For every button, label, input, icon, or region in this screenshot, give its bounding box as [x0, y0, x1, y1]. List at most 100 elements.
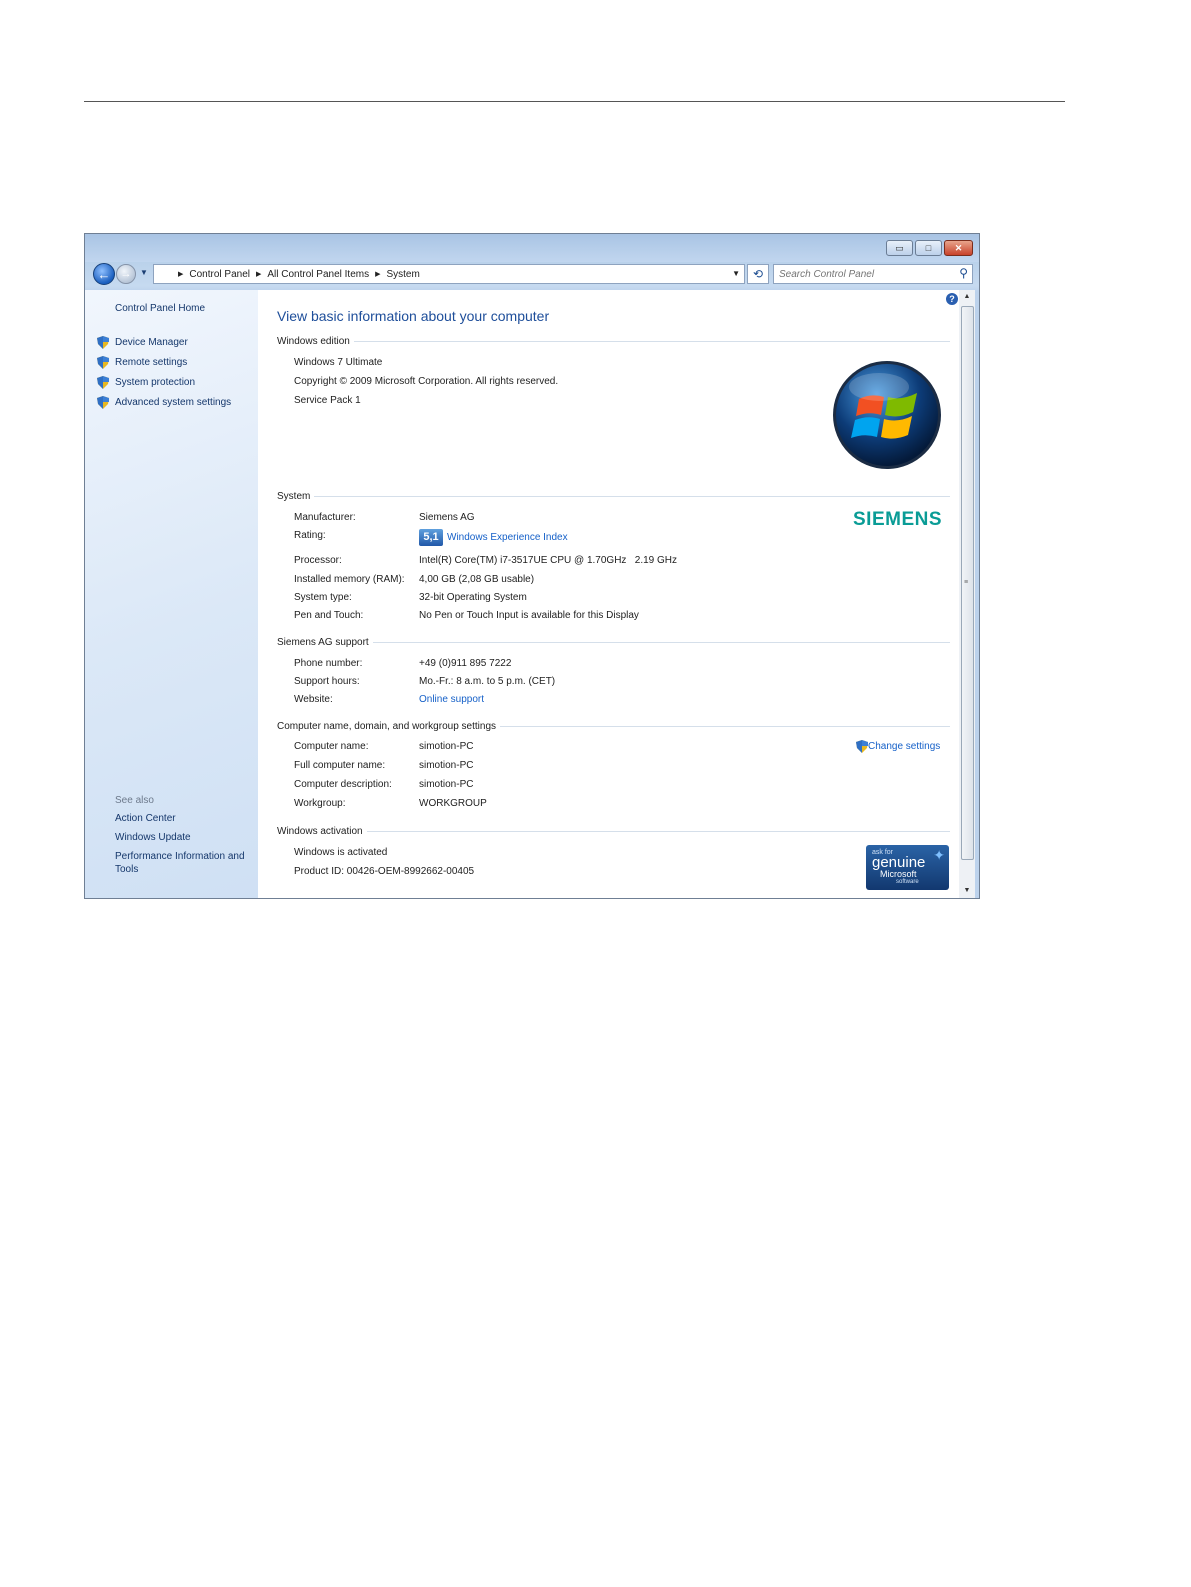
- scroll-up-arrow-icon[interactable]: ▲: [959, 290, 975, 304]
- shield-icon: [97, 395, 109, 409]
- memory-label: Installed memory (RAM):: [294, 574, 405, 585]
- processor-value: Intel(R) Core(TM) i7-3517UE CPU @ 1.70GH…: [419, 555, 678, 566]
- chevron-right-icon[interactable]: ▶: [375, 270, 380, 278]
- computer-name-value: simotion-PC: [419, 741, 474, 752]
- sidebar-item-system-protection[interactable]: System protection: [97, 372, 231, 392]
- search-box[interactable]: ⚲: [773, 264, 973, 284]
- search-icon[interactable]: ⚲: [959, 266, 968, 280]
- activation-status: Windows is activated: [294, 847, 388, 858]
- address-dropdown-icon[interactable]: ▼: [732, 269, 740, 278]
- main-content: ? View basic information about your comp…: [258, 290, 959, 898]
- section-heading: Windows activation: [277, 826, 363, 837]
- shield-icon: [856, 740, 868, 753]
- title-bar[interactable]: ▭ □ ✕: [85, 234, 979, 262]
- caption-buttons: ▭ □ ✕: [884, 240, 973, 256]
- see-also-windows-update[interactable]: Windows Update: [115, 831, 251, 844]
- section-support: Siemens AG support: [277, 637, 950, 648]
- breadcrumb: ▶ Control Panel ▶ All Control Panel Item…: [154, 269, 420, 280]
- see-also-heading: See also: [115, 795, 154, 806]
- pen-touch-label: Pen and Touch:: [294, 610, 364, 621]
- change-settings-link[interactable]: Change settings: [856, 740, 940, 753]
- breadcrumb-system[interactable]: System: [386, 269, 419, 280]
- edition-service-pack: Service Pack 1: [294, 395, 361, 406]
- sidebar-item-label: Device Manager: [115, 336, 188, 348]
- section-computer-name: Computer name, domain, and workgroup set…: [277, 721, 950, 732]
- sidebar-item-label: Advanced system settings: [115, 396, 232, 408]
- workgroup-label: Workgroup:: [294, 798, 346, 809]
- section-divider: [314, 496, 950, 497]
- sidebar-item-label: System protection: [115, 376, 196, 388]
- section-heading: Windows edition: [277, 336, 350, 347]
- wei-score-badge[interactable]: 5,1: [419, 529, 443, 546]
- manufacturer-label: Manufacturer:: [294, 512, 356, 523]
- refresh-button[interactable]: ⟲: [747, 264, 769, 284]
- forward-button[interactable]: →: [116, 264, 136, 284]
- full-computer-name-label: Full computer name:: [294, 760, 386, 771]
- windows-logo-icon: [833, 361, 941, 469]
- genuine-microsoft-badge[interactable]: ✦ ask for genuine Microsoft software: [866, 845, 949, 890]
- computer-description-label: Computer description:: [294, 779, 392, 790]
- recent-pages-dropdown[interactable]: ▼: [140, 268, 148, 277]
- wei-link[interactable]: Windows Experience Index: [447, 532, 568, 543]
- rating-label: Rating:: [294, 530, 326, 541]
- computer-description-value: simotion-PC: [419, 779, 474, 790]
- workgroup-value: WORKGROUP: [419, 798, 487, 809]
- sidebar-item-remote-settings[interactable]: Remote settings: [97, 352, 231, 372]
- online-support-link[interactable]: Online support: [419, 694, 484, 705]
- shield-icon: [97, 335, 109, 349]
- sidebar-tasks: Device Manager Remote settings System pr…: [97, 332, 231, 412]
- section-system: System: [277, 491, 950, 502]
- edition-name: Windows 7 Ultimate: [294, 357, 383, 368]
- navigation-bar: ← → ▼ ▶ Control Panel ▶ All Control Pane…: [85, 262, 979, 290]
- phone-value: +49 (0)911 895 7222: [419, 658, 512, 669]
- section-windows-edition: Windows edition: [277, 336, 950, 347]
- breadcrumb-control-panel[interactable]: Control Panel: [189, 269, 250, 280]
- genuine-software: software: [896, 879, 919, 885]
- website-label: Website:: [294, 694, 333, 705]
- star-icon: ✦: [933, 847, 945, 863]
- breadcrumb-all-items[interactable]: All Control Panel Items: [267, 269, 369, 280]
- section-divider: [366, 831, 950, 832]
- system-type-value: 32-bit Operating System: [419, 592, 527, 603]
- maximize-button[interactable]: □: [915, 240, 942, 256]
- computer-name-label: Computer name:: [294, 741, 369, 752]
- see-also-performance-info[interactable]: Performance Information and Tools: [115, 850, 251, 876]
- full-computer-name-value: simotion-PC: [419, 760, 474, 771]
- memory-value: 4,00 GB (2,08 GB usable): [419, 574, 535, 585]
- system-type-label: System type:: [294, 592, 352, 603]
- page-header-rule: [84, 101, 1065, 102]
- shield-icon: [97, 375, 109, 389]
- section-heading: Computer name, domain, and workgroup set…: [277, 721, 497, 732]
- address-bar[interactable]: ▶ Control Panel ▶ All Control Panel Item…: [153, 264, 745, 284]
- chevron-right-icon[interactable]: ▶: [256, 270, 261, 278]
- genuine-microsoft: Microsoft: [880, 869, 917, 879]
- change-settings-label: Change settings: [868, 741, 941, 752]
- back-button[interactable]: ←: [93, 263, 115, 285]
- see-also-links: Action Center Windows Update Performance…: [115, 812, 251, 882]
- refresh-icon: ⟲: [752, 267, 764, 281]
- sidebar-control-panel-home[interactable]: Control Panel Home: [115, 303, 205, 314]
- sidebar-item-device-manager[interactable]: Device Manager: [97, 332, 231, 352]
- back-arrow-icon: ←: [97, 266, 111, 282]
- scroll-thumb[interactable]: ≡: [961, 306, 974, 860]
- support-hours-value: Mo.-Fr.: 8 a.m. to 5 p.m. (CET): [419, 676, 556, 687]
- sidebar-item-advanced-system-settings[interactable]: Advanced system settings: [97, 392, 231, 412]
- section-divider: [500, 726, 950, 727]
- search-input[interactable]: [779, 266, 949, 282]
- scroll-down-arrow-icon[interactable]: ▼: [959, 884, 975, 898]
- section-heading: System: [277, 491, 311, 502]
- see-also-action-center[interactable]: Action Center: [115, 812, 251, 825]
- vertical-scrollbar[interactable]: ▲ ≡ ▼: [959, 290, 975, 898]
- processor-label: Processor:: [294, 555, 342, 566]
- system-window: ▭ □ ✕ ← → ▼ ▶ Control Panel ▶ All Contro…: [84, 233, 980, 899]
- chevron-right-icon[interactable]: ▶: [178, 270, 183, 278]
- section-activation: Windows activation: [277, 826, 950, 837]
- manufacturer-value: Siemens AG: [419, 512, 475, 523]
- pen-touch-value: No Pen or Touch Input is available for t…: [419, 610, 639, 621]
- sidebar-item-label: Remote settings: [115, 356, 188, 368]
- sidebar: Control Panel Home Device Manager Remote…: [85, 290, 258, 898]
- help-icon[interactable]: ?: [946, 293, 958, 305]
- close-button[interactable]: ✕: [944, 240, 973, 256]
- page-title: View basic information about your comput…: [277, 308, 550, 324]
- minimize-button[interactable]: ▭: [886, 240, 913, 256]
